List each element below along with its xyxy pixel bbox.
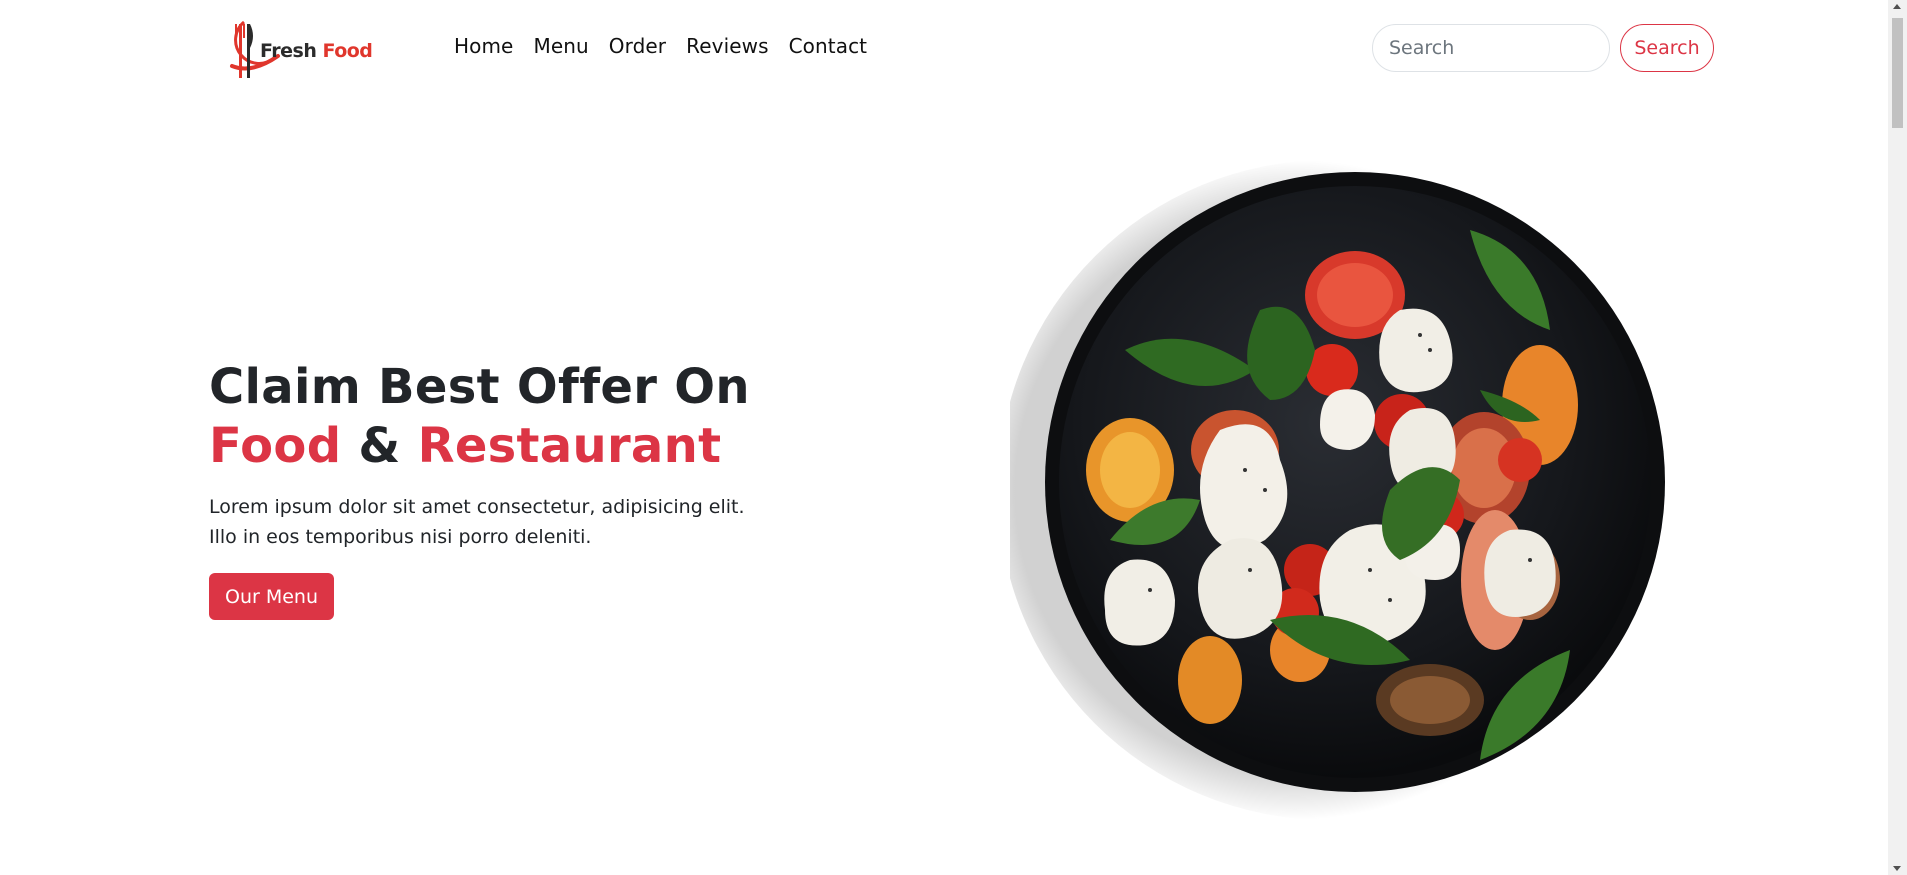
search-form: Search [1372, 24, 1714, 72]
main-nav: Home Menu Order Reviews Contact [454, 34, 887, 58]
brand-name: Fresh Food [260, 40, 373, 62]
navbar: Fresh Food Home Menu Order Reviews Conta… [0, 0, 1888, 94]
nav-link-menu[interactable]: Menu [533, 34, 588, 58]
salad-plate-image [998, 160, 1670, 820]
nav-link-contact[interactable]: Contact [789, 34, 868, 58]
nav-link-home[interactable]: Home [454, 34, 513, 58]
search-input[interactable] [1372, 24, 1610, 72]
our-menu-button[interactable]: Our Menu [209, 573, 334, 620]
hero-title: Claim Best Offer On Food & Restaurant [209, 358, 750, 476]
brand-name-food: Food [322, 40, 373, 62]
hero-title-ampersand: & [358, 418, 401, 474]
nav-link-reviews[interactable]: Reviews [686, 34, 768, 58]
brand-logo[interactable]: Fresh Food [222, 18, 373, 80]
hero-description: Lorem ipsum dolor sit amet consectetur, … [209, 496, 745, 548]
nav-link-order[interactable]: Order [609, 34, 666, 58]
brand-name-fresh: Fresh [260, 40, 317, 62]
hero-title-restaurant: Restaurant [417, 418, 722, 474]
hero-title-line1: Claim Best Offer On [209, 359, 750, 415]
page-scrollbar[interactable] [1888, 0, 1907, 875]
scroll-thumb[interactable] [1892, 18, 1903, 128]
scroll-down-icon[interactable] [1893, 866, 1901, 871]
search-button[interactable]: Search [1620, 24, 1714, 72]
hero-title-food: Food [209, 418, 342, 474]
scroll-up-icon[interactable] [1893, 4, 1901, 9]
